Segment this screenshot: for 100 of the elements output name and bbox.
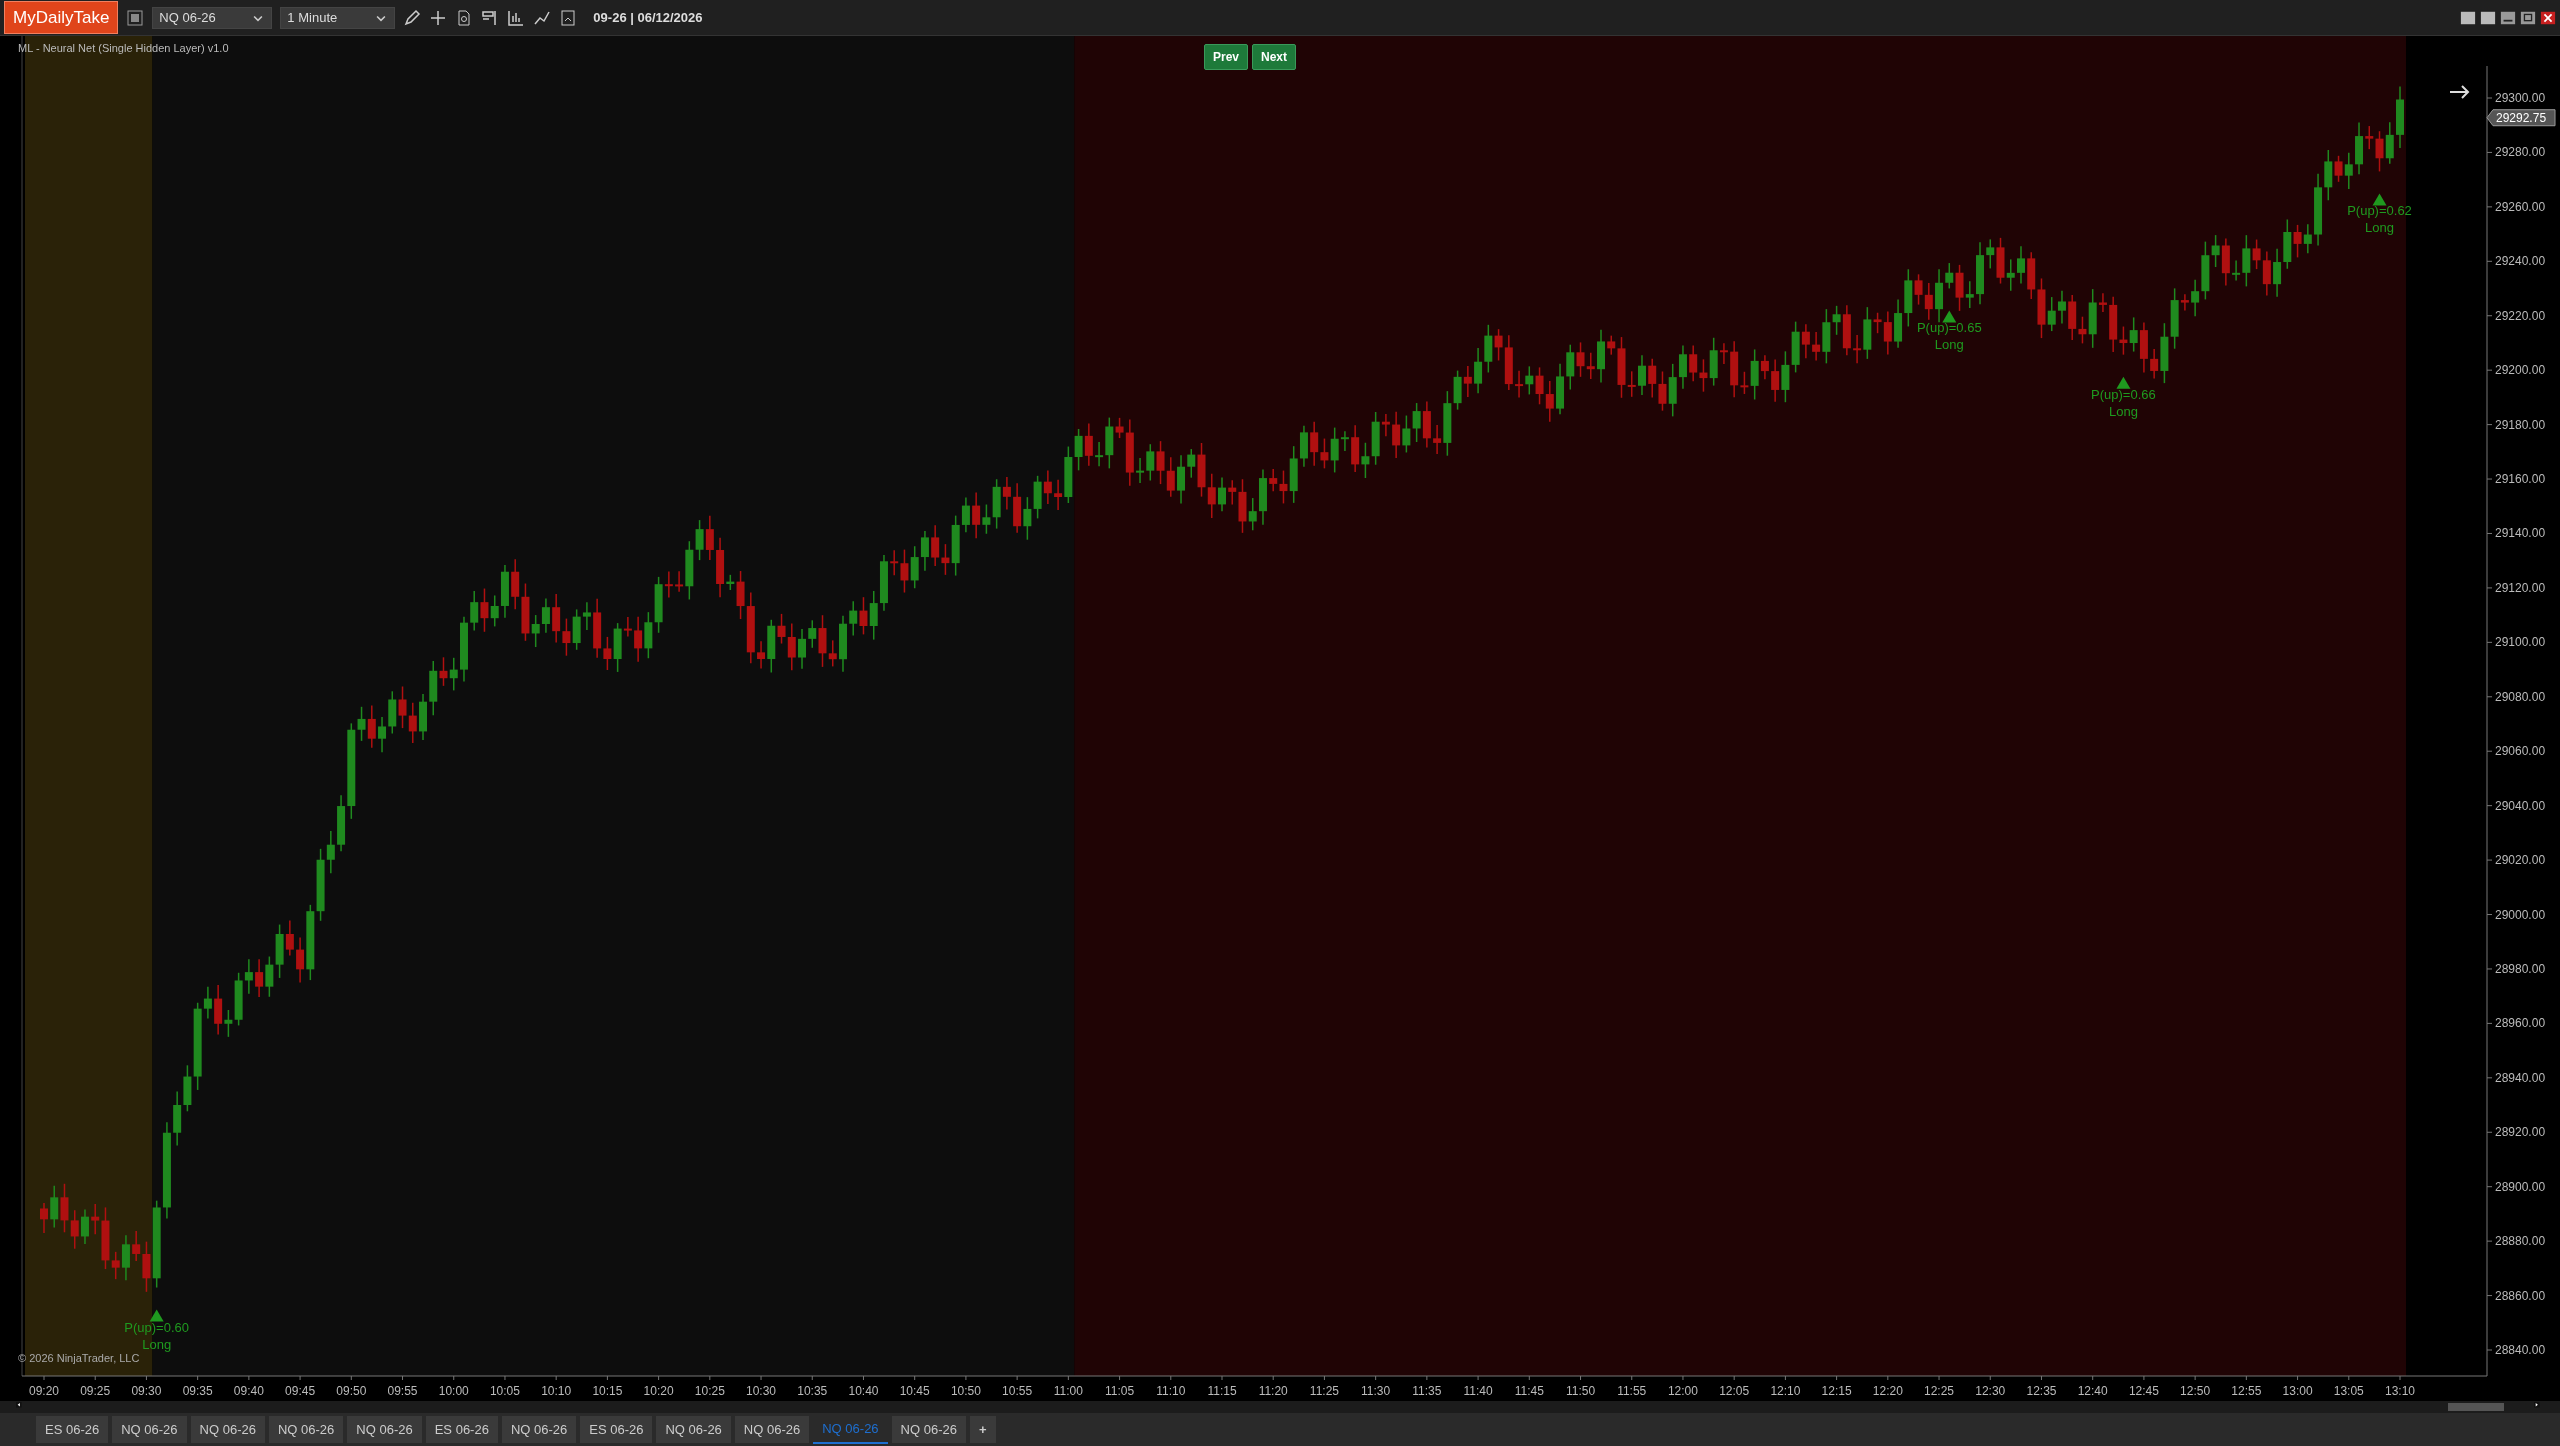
instrument-tab[interactable]: NQ 06-26 — [734, 1415, 810, 1444]
axis-label: 10:50 — [950, 1384, 981, 1398]
axis-label: 29000.00 — [2495, 907, 2546, 922]
interval-dropdown[interactable]: 1 Minute — [280, 6, 396, 29]
add-tab-button[interactable]: + — [970, 1415, 996, 1444]
axis-label: 09:25 — [80, 1384, 111, 1398]
axis-label: 11:45 — [1514, 1384, 1544, 1398]
axis-label: 10:30 — [746, 1384, 777, 1398]
axis-label: 11:05 — [1105, 1384, 1135, 1398]
axis-label: 09:45 — [285, 1384, 316, 1398]
axis-label: 29020.00 — [2495, 853, 2546, 868]
axis-label: 28960.00 — [2495, 1016, 2546, 1031]
axis-label: 13:05 — [2333, 1384, 2364, 1398]
axis-label: 11:30 — [1361, 1384, 1391, 1398]
signal-label: P(up)=0.65 — [1916, 320, 1982, 336]
axis-label: 29220.00 — [2495, 308, 2546, 323]
axis-label: 12:05 — [1719, 1384, 1750, 1398]
axis-label: 29280.00 — [2495, 145, 2546, 160]
axis-label: 09:30 — [131, 1384, 162, 1398]
axis-label: 28900.00 — [2495, 1179, 2546, 1194]
axis-label: 13:10 — [2385, 1384, 2415, 1398]
signal-label: Long — [142, 1336, 172, 1352]
instrument-tab[interactable]: NQ 06-26 — [891, 1415, 966, 1444]
axis-label: 09:50 — [336, 1384, 367, 1398]
axis-label: 10:45 — [899, 1384, 930, 1398]
instrument-tab[interactable]: NQ 06-26 — [112, 1415, 187, 1444]
axis-label: 12:45 — [2128, 1384, 2159, 1398]
axis-label: 10:25 — [694, 1384, 725, 1398]
axis-label: 28840.00 — [2495, 1343, 2546, 1357]
copyright-text: © 2026 NinjaTrader, LLC — [18, 1351, 140, 1366]
axis-label: 29060.00 — [2495, 744, 2546, 759]
axis-label: 29240.00 — [2495, 254, 2546, 269]
axis-label: 11:50 — [1565, 1384, 1596, 1398]
axis-label: 11:20 — [1258, 1384, 1288, 1398]
axis-label: 29300.00 — [2495, 91, 2546, 105]
axis-label: 12:35 — [2026, 1384, 2057, 1398]
axis-label: 10:35 — [797, 1384, 828, 1398]
logo[interactable]: MyDailyTake — [4, 0, 119, 35]
instrument-tab[interactable]: ES 06-26 — [580, 1415, 653, 1444]
instrument-tab[interactable]: NQ 06-26 — [268, 1415, 344, 1444]
axis-label: 11:35 — [1412, 1384, 1442, 1398]
axis-label: 10:55 — [1002, 1384, 1033, 1398]
axis-label: 10:05 — [489, 1384, 520, 1398]
axis-label: 29100.00 — [2495, 635, 2546, 650]
instrument-field[interactable]: NQ 06-26 — [152, 6, 273, 29]
axis-label: 28980.00 — [2495, 961, 2546, 976]
axis-label: 13:00 — [2282, 1384, 2313, 1398]
nav-button[interactable]: Prev — [1204, 44, 1249, 70]
axis-label: 28860.00 — [2495, 1288, 2546, 1303]
indicator-label: ML - Neural Net (Single Hidden Layer) v1.0 — [18, 41, 229, 56]
axis-label: 10:10 — [541, 1384, 572, 1398]
axis-label: 29140.00 — [2495, 526, 2546, 541]
price-tag: 29292.75 — [2486, 109, 2556, 127]
date-label: 09-26 | 06/12/2026 — [593, 8, 703, 27]
axis-label: 28880.00 — [2495, 1234, 2546, 1249]
axis-label: 11:00 — [1053, 1384, 1083, 1398]
axis-label: 10:00 — [438, 1384, 469, 1398]
axis-label: 12:10 — [1770, 1384, 1801, 1398]
axis-label: 12:20 — [1872, 1384, 1903, 1398]
instrument-tab[interactable]: NQ 06-26 — [190, 1415, 265, 1444]
axis-label: 12:40 — [2077, 1384, 2108, 1398]
axis-label: 10:20 — [643, 1384, 674, 1398]
axis-label: 10:40 — [848, 1384, 879, 1398]
signal-label: P(up)=0.62 — [2347, 203, 2412, 219]
axis-label: 09:40 — [233, 1384, 264, 1398]
axis-label: 10:15 — [592, 1384, 623, 1398]
signal-label: Long — [2365, 220, 2394, 236]
signal-label: P(up)=0.66 — [2091, 386, 2156, 402]
axis-label: 29260.00 — [2495, 199, 2546, 214]
axis-label: 11:55 — [1617, 1384, 1647, 1398]
axis-label: 09:35 — [182, 1384, 213, 1398]
axis-label: 29080.00 — [2495, 689, 2546, 704]
signal-label: Long — [1934, 337, 1964, 353]
axis-label: 12:55 — [2231, 1384, 2262, 1398]
axis-label: 12:25 — [1924, 1384, 1955, 1398]
instrument-tab[interactable]: ES 06-26 — [425, 1415, 498, 1444]
axis-label: 11:25 — [1309, 1384, 1339, 1398]
axis-label: 09:55 — [387, 1384, 418, 1398]
axis-label: 12:30 — [1975, 1384, 2006, 1398]
instrument-tab[interactable]: NQ 06-26 — [347, 1415, 422, 1444]
axis-label: 29040.00 — [2495, 798, 2546, 813]
axis-label: 11:15 — [1207, 1384, 1237, 1398]
axis-label: 28920.00 — [2495, 1125, 2546, 1140]
axis-label: 29180.00 — [2495, 417, 2546, 432]
signal-label: Long — [2108, 403, 2138, 419]
axis-label: 28940.00 — [2495, 1070, 2546, 1085]
axis-label: 11:40 — [1463, 1384, 1493, 1398]
axis-label: 09:20 — [29, 1384, 59, 1398]
instrument-tab[interactable]: NQ 06-26 — [501, 1415, 577, 1444]
nav-button[interactable]: Next — [1252, 44, 1297, 70]
axis-label: 12:00 — [1667, 1384, 1698, 1398]
signal-label: P(up)=0.60 — [124, 1319, 189, 1335]
axis-label: 29120.00 — [2495, 580, 2546, 595]
axis-label: 29200.00 — [2495, 363, 2546, 378]
axis-label: 12:50 — [2180, 1384, 2211, 1398]
axis-label: 12:15 — [1821, 1384, 1852, 1398]
instrument-tab[interactable]: ES 06-26 — [36, 1415, 109, 1444]
axis-label: 11:10 — [1156, 1384, 1186, 1398]
instrument-tab[interactable]: NQ 06-26 — [656, 1415, 731, 1444]
axis-label: 29160.00 — [2495, 472, 2546, 487]
